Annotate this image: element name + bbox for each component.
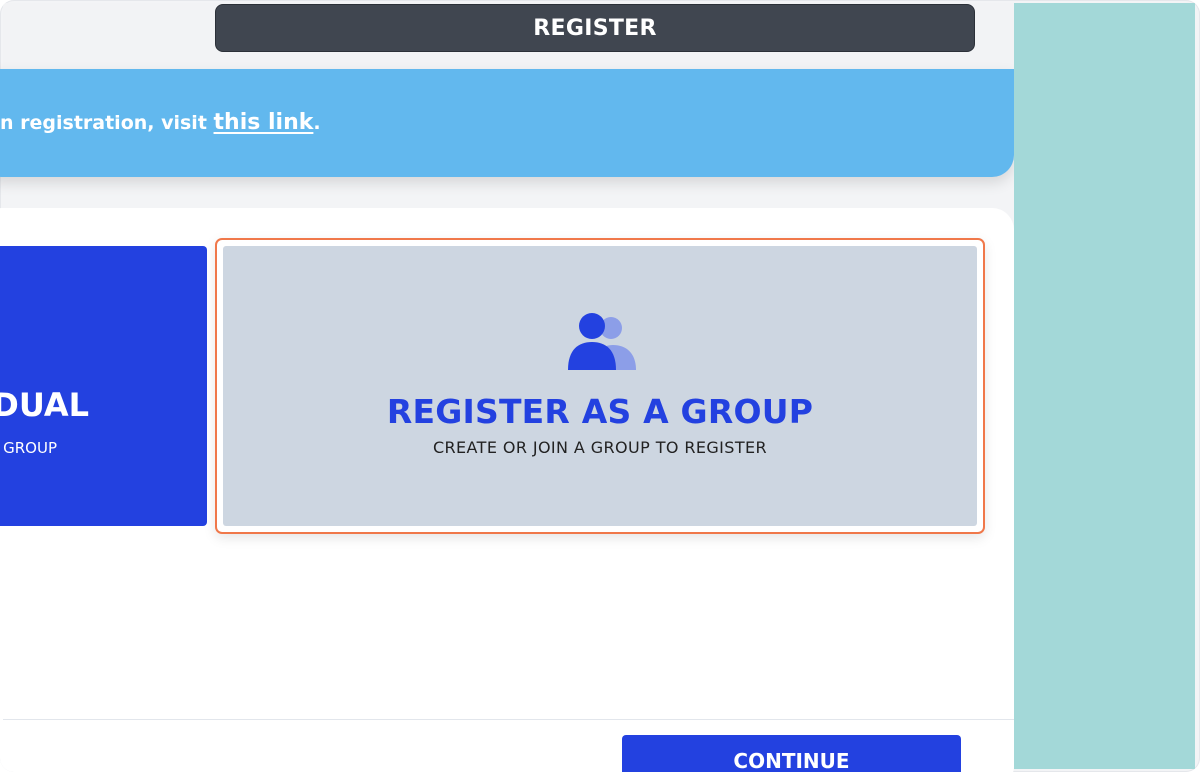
register-header-label: REGISTER — [533, 15, 657, 41]
footer-divider — [3, 719, 1014, 720]
group-option-title: REGISTER AS A GROUP — [386, 392, 814, 431]
individual-option-title: DUAL — [0, 386, 89, 424]
info-banner-text: n registration, visit this link. — [0, 108, 321, 138]
users-icon — [568, 313, 636, 370]
continue-button[interactable]: CONTINUE — [622, 735, 961, 772]
group-option-body: REGISTER AS A GROUP CREATE OR JOIN A GRO… — [223, 246, 977, 526]
register-group-option[interactable]: REGISTER AS A GROUP CREATE OR JOIN A GRO… — [215, 238, 985, 534]
group-option-subtitle: CREATE OR JOIN A GROUP TO REGISTER — [432, 438, 768, 457]
info-banner-message: n registration, visit — [0, 112, 214, 134]
register-header: REGISTER — [215, 4, 975, 52]
info-banner-suffix: . — [313, 112, 321, 134]
register-individual-option[interactable]: DUAL GROUP — [0, 246, 207, 526]
info-banner-link[interactable]: this link — [214, 110, 314, 135]
individual-option-subtitle: GROUP — [3, 439, 57, 457]
app-window: REGISTER n registration, visit this link… — [0, 0, 1200, 772]
side-background-panel — [1014, 3, 1195, 769]
continue-button-label: CONTINUE — [733, 749, 850, 772]
